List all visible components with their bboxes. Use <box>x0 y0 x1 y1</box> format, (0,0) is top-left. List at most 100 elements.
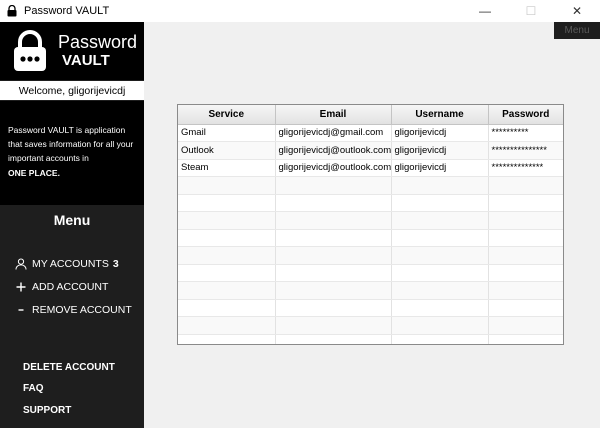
empty-cell <box>178 246 276 265</box>
nav-my-accounts[interactable]: MY ACCOUNTS 3 <box>14 258 119 270</box>
table-row[interactable]: Outlook gligorijevicdj@outlook.com gligo… <box>178 141 563 160</box>
empty-cell <box>275 299 392 317</box>
empty-cell <box>178 316 276 335</box>
description-text: Password VAULT is application that saves… <box>8 125 134 164</box>
table-row[interactable]: Steam gligorijevicdj@outlook.com gligori… <box>178 159 563 177</box>
empty-cell <box>391 211 489 230</box>
column-header-password[interactable]: Password <box>488 105 563 125</box>
empty-cell <box>275 264 392 282</box>
plus-icon <box>14 282 27 292</box>
empty-table-row <box>178 246 563 265</box>
empty-cell <box>391 316 489 335</box>
nav-add-account[interactable]: ADD ACCOUNT <box>14 281 108 293</box>
empty-cell <box>275 211 392 230</box>
nav-remove-account-label: REMOVE ACCOUNT <box>32 304 132 316</box>
empty-cell <box>488 334 563 344</box>
empty-cell <box>488 299 563 317</box>
table-row[interactable]: Gmail gligorijevicdj@gmail.com gligorije… <box>178 124 563 142</box>
empty-cell <box>275 281 392 300</box>
empty-table-row <box>178 229 563 247</box>
brand-name-line2: VAULT <box>62 52 110 69</box>
cell-service: Steam <box>178 159 276 177</box>
column-header-email[interactable]: Email <box>275 105 392 125</box>
empty-cell <box>488 246 563 265</box>
empty-cell <box>178 281 276 300</box>
cell-username: gligorijevicdj <box>391 159 489 177</box>
empty-table-row <box>178 334 563 344</box>
empty-cell <box>391 246 489 265</box>
table-header-row: Service Email Username Password <box>178 105 563 125</box>
empty-cell <box>275 246 392 265</box>
cell-email: gligorijevicdj@outlook.com <box>275 141 392 160</box>
title-bar: Password VAULT — ☐ ✕ <box>0 0 600 22</box>
empty-cell <box>178 194 276 212</box>
lock-icon <box>7 5 17 17</box>
empty-table-row <box>178 264 563 282</box>
lock-logo-icon <box>14 30 46 71</box>
empty-cell <box>391 264 489 282</box>
empty-table-row <box>178 316 563 335</box>
welcome-label: Welcome, gligorijevicdj <box>0 81 144 100</box>
empty-cell <box>178 176 276 195</box>
nav-my-accounts-label: MY ACCOUNTS <box>32 258 109 270</box>
cell-service: Gmail <box>178 124 276 142</box>
empty-cell <box>275 334 392 344</box>
empty-cell <box>488 264 563 282</box>
empty-cell <box>391 334 489 344</box>
delete-account-link[interactable]: DELETE ACCOUNT <box>23 362 115 373</box>
empty-cell <box>275 194 392 212</box>
empty-cell <box>275 316 392 335</box>
empty-cell <box>391 281 489 300</box>
cell-username: gligorijevicdj <box>391 124 489 142</box>
window-controls: — ☐ ✕ <box>462 0 600 22</box>
brand-header: Password VAULT <box>0 22 144 80</box>
window-title: Password VAULT <box>24 5 110 17</box>
cell-password: *************** <box>488 141 563 160</box>
column-header-username[interactable]: Username <box>391 105 489 125</box>
minimize-button[interactable]: — <box>462 0 508 22</box>
empty-table-row <box>178 299 563 317</box>
cell-username: gligorijevicdj <box>391 141 489 160</box>
menu-title: Menu <box>53 212 91 228</box>
empty-cell <box>178 334 276 344</box>
cell-service: Outlook <box>178 141 276 160</box>
empty-cell <box>488 211 563 230</box>
empty-cell <box>391 176 489 195</box>
person-icon <box>14 258 27 270</box>
cell-email: gligorijevicdj@outlook.com <box>275 159 392 177</box>
cell-password: ********** <box>488 124 563 142</box>
minus-icon <box>14 305 27 315</box>
maximize-button[interactable]: ☐ <box>508 0 554 22</box>
empty-cell <box>178 299 276 317</box>
empty-cell <box>391 299 489 317</box>
empty-rows <box>178 176 563 344</box>
nav-add-account-label: ADD ACCOUNT <box>32 281 109 293</box>
cell-password: ************** <box>488 159 563 177</box>
description-emphasis: ONE PLACE. <box>8 167 60 178</box>
faq-link[interactable]: FAQ <box>23 383 44 394</box>
empty-cell <box>391 194 489 212</box>
brand-name-line1: Password <box>58 32 138 52</box>
account-count-badge: 3 <box>112 258 119 270</box>
close-button[interactable]: ✕ <box>554 0 600 22</box>
empty-table-row <box>178 281 563 300</box>
empty-cell <box>488 229 563 247</box>
empty-cell <box>488 194 563 212</box>
accounts-table: Service Email Username Password Gmail gl… <box>177 104 564 345</box>
empty-cell <box>275 229 392 247</box>
menu-button[interactable]: Menu <box>554 22 600 39</box>
empty-cell <box>275 176 392 195</box>
sidebar: Password VAULT Welcome, gligorijevicdj P… <box>0 22 144 428</box>
empty-cell <box>178 229 276 247</box>
empty-table-row <box>178 194 563 212</box>
empty-table-row <box>178 176 563 195</box>
support-link[interactable]: SUPPORT <box>23 405 71 416</box>
empty-cell <box>488 176 563 195</box>
empty-table-row <box>178 211 563 230</box>
column-header-service[interactable]: Service <box>178 105 276 125</box>
empty-cell <box>488 316 563 335</box>
empty-cell <box>178 264 276 282</box>
empty-cell <box>488 281 563 300</box>
empty-cell <box>391 229 489 247</box>
nav-remove-account[interactable]: REMOVE ACCOUNT <box>14 304 132 316</box>
